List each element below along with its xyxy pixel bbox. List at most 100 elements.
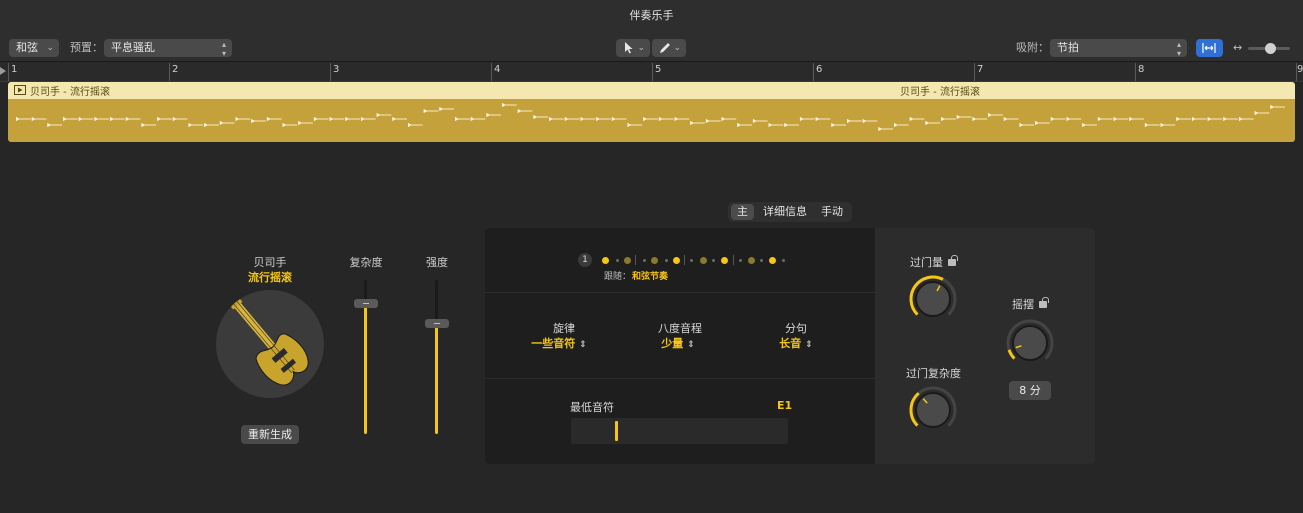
tab-main[interactable]: 主 (731, 204, 754, 220)
bass-guitar-illustration (226, 294, 309, 386)
snap-value: 节拍 (1057, 41, 1079, 54)
zoom-slider[interactable] (1248, 43, 1290, 54)
session-player-region[interactable] (8, 99, 1295, 142)
editor-tabs: 主 详细信息 手动 (728, 202, 852, 222)
pattern-dot[interactable] (738, 258, 742, 262)
pattern-dot[interactable] (623, 256, 631, 264)
pattern-dot[interactable] (747, 256, 755, 264)
swing-resolution[interactable]: 8 分 (1009, 381, 1051, 400)
pattern-dot[interactable] (759, 258, 763, 262)
knob-body (915, 281, 951, 317)
melody-popup[interactable]: 一些音符 ⇕ (519, 335, 599, 351)
follow-value[interactable]: 和弦节奏 (632, 269, 668, 282)
preset-label: 预置： (70, 41, 103, 54)
lowest-note-marker[interactable] (615, 421, 618, 441)
bass-guitar-icon[interactable] (216, 290, 324, 398)
melody-value: 一些音符 (531, 337, 576, 350)
chord-menu-label: 和弦 (16, 41, 38, 54)
bar-number: 2 (172, 64, 179, 75)
phrase-value: 长音 (779, 337, 802, 350)
updown-chevron-icon: ⇕ (579, 340, 587, 350)
bar-number: 3 (333, 64, 340, 75)
complexity-label: 复杂度 (349, 256, 383, 269)
zoom-slider-thumb[interactable] (1265, 43, 1276, 54)
pattern-dot[interactable] (601, 256, 609, 264)
preset-popup[interactable]: 平息骚乱 ▴ ▾ (104, 39, 232, 58)
pattern-dot[interactable] (642, 258, 646, 262)
bar-number: 5 (655, 64, 662, 75)
pattern-number[interactable]: 1 (578, 253, 592, 267)
region-notes (16, 103, 1285, 131)
pencil-tool-menu[interactable]: ⌄ (652, 39, 686, 57)
bar-tick (813, 63, 814, 81)
snap-popup[interactable]: 节拍 ▴ ▾ (1050, 39, 1187, 58)
fill-amount-knob[interactable] (907, 273, 959, 325)
snap-toggle-button[interactable] (1196, 39, 1223, 57)
snap-align-icon (1202, 43, 1216, 53)
phrase-title: 分句 (785, 322, 807, 335)
divider (485, 378, 875, 379)
bar-tick (652, 63, 653, 81)
complexity-slider-fill (364, 303, 367, 434)
lowest-note-range[interactable] (571, 418, 788, 444)
regenerate-button[interactable]: 重新生成 (241, 425, 299, 444)
fill-complexity-label: 过门复杂度 (906, 367, 961, 380)
octave-value: 少量 (661, 337, 684, 350)
chevron-down-icon: ⌄ (46, 43, 54, 53)
knob-body (915, 392, 951, 428)
bar-tick (169, 63, 170, 81)
intensity-slider-thumb[interactable] (425, 319, 449, 329)
pattern-dot[interactable] (711, 258, 715, 262)
pattern-dot[interactable] (689, 258, 693, 262)
timeline-ruler[interactable]: 1 2 3 4 5 6 7 8 9 (0, 62, 1303, 82)
complexity-slider-thumb[interactable] (354, 299, 378, 309)
pattern-dot[interactable] (720, 256, 728, 264)
chord-menu[interactable]: 和弦 ⌄ (9, 39, 59, 57)
lock-icon[interactable] (948, 255, 958, 266)
bar-tick (1135, 63, 1136, 81)
updown-chevron-icon: ▴ ▾ (1176, 40, 1181, 58)
player-name: 贝司手 (253, 256, 287, 269)
tab-manual[interactable]: 手动 (815, 204, 849, 220)
player-style[interactable]: 流行摇滚 (222, 269, 318, 285)
bar-number: 9 (1297, 64, 1303, 75)
pattern-separator (684, 255, 685, 265)
updown-chevron-icon: ⇕ (687, 340, 695, 350)
bar-tick (491, 63, 492, 81)
swing-label: 摇摆 (1012, 298, 1034, 311)
tab-details[interactable]: 详细信息 (757, 204, 813, 220)
bar-number: 6 (816, 64, 823, 75)
octave-title: 八度音程 (658, 322, 702, 335)
phrase-popup[interactable]: 长音 ⇕ (756, 335, 836, 351)
region-name: 贝司手 - 流行摇滚 (30, 87, 110, 98)
follow-label: 跟随： (604, 272, 632, 282)
bar-number: 4 (494, 64, 501, 75)
bar-tick (8, 63, 9, 81)
bar-tick (330, 63, 331, 81)
region-header[interactable]: 贝司手 - 流行摇滚 贝司手 - 流行摇滚 (8, 82, 1295, 99)
updown-chevron-icon: ⇕ (805, 340, 813, 350)
octave-popup[interactable]: 少量 ⇕ (638, 335, 718, 351)
pattern-dot[interactable] (650, 256, 658, 264)
intensity-slider[interactable] (435, 280, 438, 434)
pattern-dot[interactable] (664, 258, 668, 262)
fill-complexity-knob[interactable] (907, 384, 959, 436)
swing-knob[interactable] (1004, 317, 1056, 369)
lock-icon[interactable] (1039, 297, 1049, 308)
lowest-note-value: E1 (777, 399, 793, 412)
playhead-marker-icon (0, 67, 6, 75)
divider (485, 292, 875, 293)
play-box-icon (14, 85, 26, 95)
bar-number: 7 (977, 64, 984, 75)
updown-chevron-icon: ▴ ▾ (221, 40, 226, 58)
pattern-dot[interactable] (699, 256, 707, 264)
pattern-dot[interactable] (781, 258, 785, 262)
snap-label: 吸附： (1016, 41, 1049, 54)
pattern-separator (635, 255, 636, 265)
pattern-dot[interactable] (615, 258, 619, 262)
pattern-dot[interactable] (768, 256, 776, 264)
pointer-tool-menu[interactable]: ⌄ (616, 39, 650, 57)
pattern-dot[interactable] (672, 256, 680, 264)
zoom-arrows-icon: ↔ (1233, 41, 1243, 54)
knob-body (1012, 325, 1048, 361)
